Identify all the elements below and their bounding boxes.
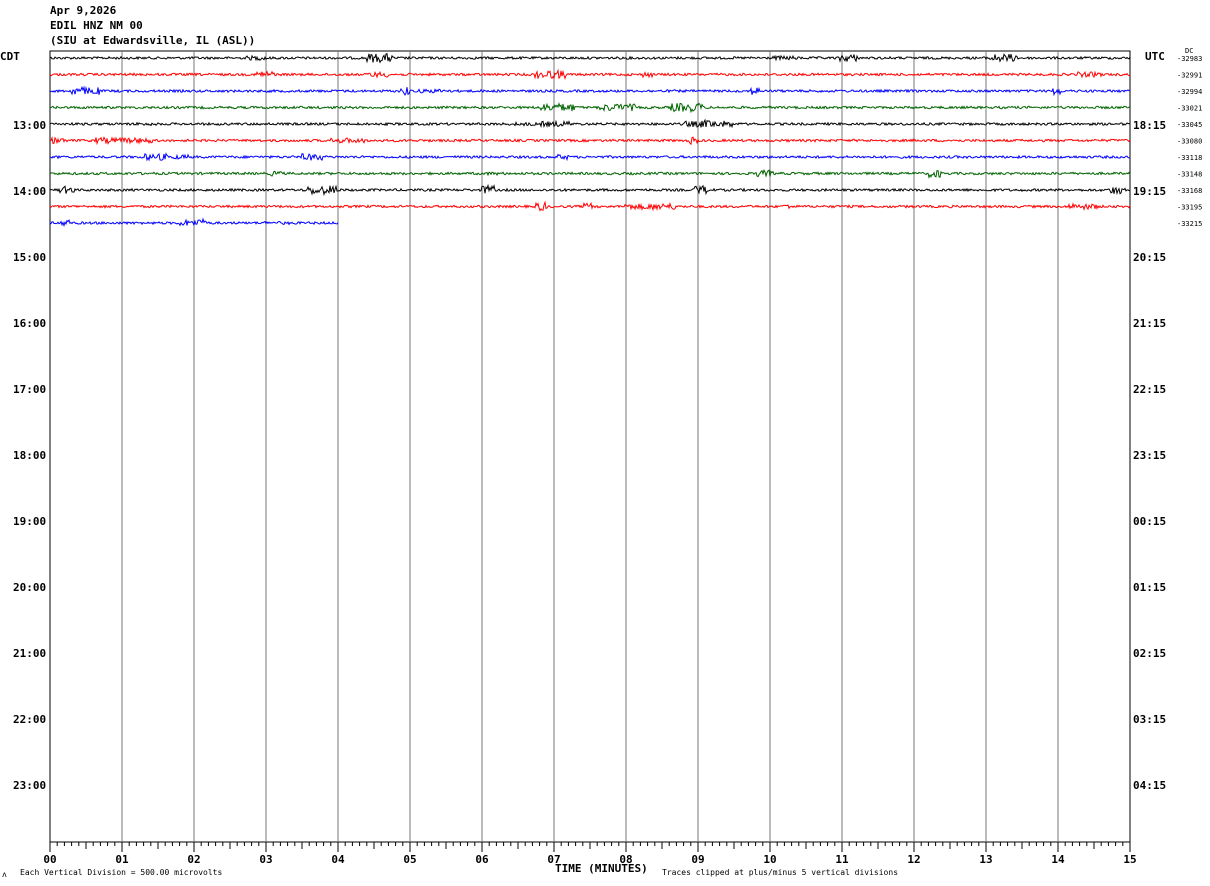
- dc-offset-label: -32983: [1177, 55, 1202, 63]
- cdt-time-label: 22:00: [13, 713, 46, 726]
- x-tick-label: 05: [403, 853, 416, 866]
- x-tick-label: 13: [979, 853, 992, 866]
- dc-offset-label: -33118: [1177, 154, 1202, 162]
- cdt-time-label: 14:00: [13, 185, 46, 198]
- x-tick-label: 15: [1123, 853, 1136, 866]
- dc-offset-label: -32994: [1177, 88, 1202, 96]
- x-tick-label: 11: [835, 853, 849, 866]
- x-axis-title: TIME (MINUTES): [555, 862, 648, 875]
- dc-offset-label: -33148: [1177, 171, 1202, 179]
- utc-time-label: 19:15: [1133, 185, 1166, 198]
- cdt-time-label: 15:00: [13, 251, 46, 264]
- x-tick-label: 09: [691, 853, 704, 866]
- cdt-time-label: 23:00: [13, 779, 46, 792]
- utc-time-label: 02:15: [1133, 647, 1166, 660]
- utc-time-label: 22:15: [1133, 383, 1166, 396]
- dc-offset-label: -33215: [1177, 220, 1202, 228]
- seismic-trace: [49, 118, 1131, 129]
- utc-time-label: 00:15: [1133, 515, 1166, 528]
- seismic-trace: [49, 183, 1131, 197]
- utc-time-label: 04:15: [1133, 779, 1166, 792]
- seismic-trace: [49, 136, 1131, 146]
- utc-time-label: 18:15: [1133, 119, 1166, 132]
- x-tick-label: 04: [331, 853, 345, 866]
- dc-label: DC: [1185, 47, 1194, 55]
- seismogram-chart: 00 01 02 03 04 05 06 07 08 09 10 11 12 13 14 1513:0014:…: [13, 50, 1202, 866]
- x-tick-label: 14: [1051, 853, 1065, 866]
- cdt-time-label: 19:00: [13, 515, 46, 528]
- x-tick-label: 01: [115, 853, 129, 866]
- cdt-time-label: 20:00: [13, 581, 46, 594]
- x-tick-label: 03: [259, 853, 272, 866]
- x-tick-label: 12: [907, 853, 920, 866]
- cdt-time-label: 13:00: [13, 119, 46, 132]
- seismic-trace: [49, 85, 1130, 97]
- seismic-trace: [49, 169, 1131, 179]
- seismic-trace: [49, 53, 1131, 64]
- x-tick-label: 06: [475, 853, 489, 866]
- cdt-time-label: 21:00: [13, 647, 46, 660]
- seismic-trace: [49, 152, 1131, 162]
- cdt-time-label: 18:00: [13, 449, 46, 462]
- x-tick-label: 02: [187, 853, 200, 866]
- dc-offset-label: -33080: [1177, 138, 1202, 146]
- plot-frame: [49, 50, 1131, 843]
- clip-note: Traces clipped at plus/minus 5 vertical …: [662, 868, 899, 877]
- utc-time-label: 23:15: [1133, 449, 1166, 462]
- utc-time-label: 21:15: [1133, 317, 1166, 330]
- seismic-trace: [50, 102, 1131, 114]
- utc-axis-label: UTC: [1145, 50, 1165, 63]
- utc-time-label: 03:15: [1133, 713, 1166, 726]
- seismic-trace: [49, 200, 1131, 212]
- dc-offset-label: -33045: [1177, 121, 1202, 129]
- corner-mark: ᴧ: [2, 870, 7, 879]
- cdt-time-label: 16:00: [13, 317, 46, 330]
- cdt-time-label: 17:00: [13, 383, 46, 396]
- seismic-trace: [49, 68, 1131, 80]
- cdt-axis-label: CDT: [0, 50, 20, 63]
- scale-note: Each Vertical Division = 500.00 microvol…: [20, 868, 223, 877]
- utc-time-label: 01:15: [1133, 581, 1166, 594]
- x-tick-label: 10: [763, 853, 776, 866]
- utc-time-label: 20:15: [1133, 251, 1166, 264]
- dc-offset-label: -33195: [1177, 204, 1202, 212]
- dc-offset-label: -33021: [1177, 105, 1202, 113]
- dc-offset-label: -32991: [1177, 72, 1202, 80]
- dc-offset-label: -33168: [1177, 187, 1202, 195]
- x-tick-label: 00: [43, 853, 56, 866]
